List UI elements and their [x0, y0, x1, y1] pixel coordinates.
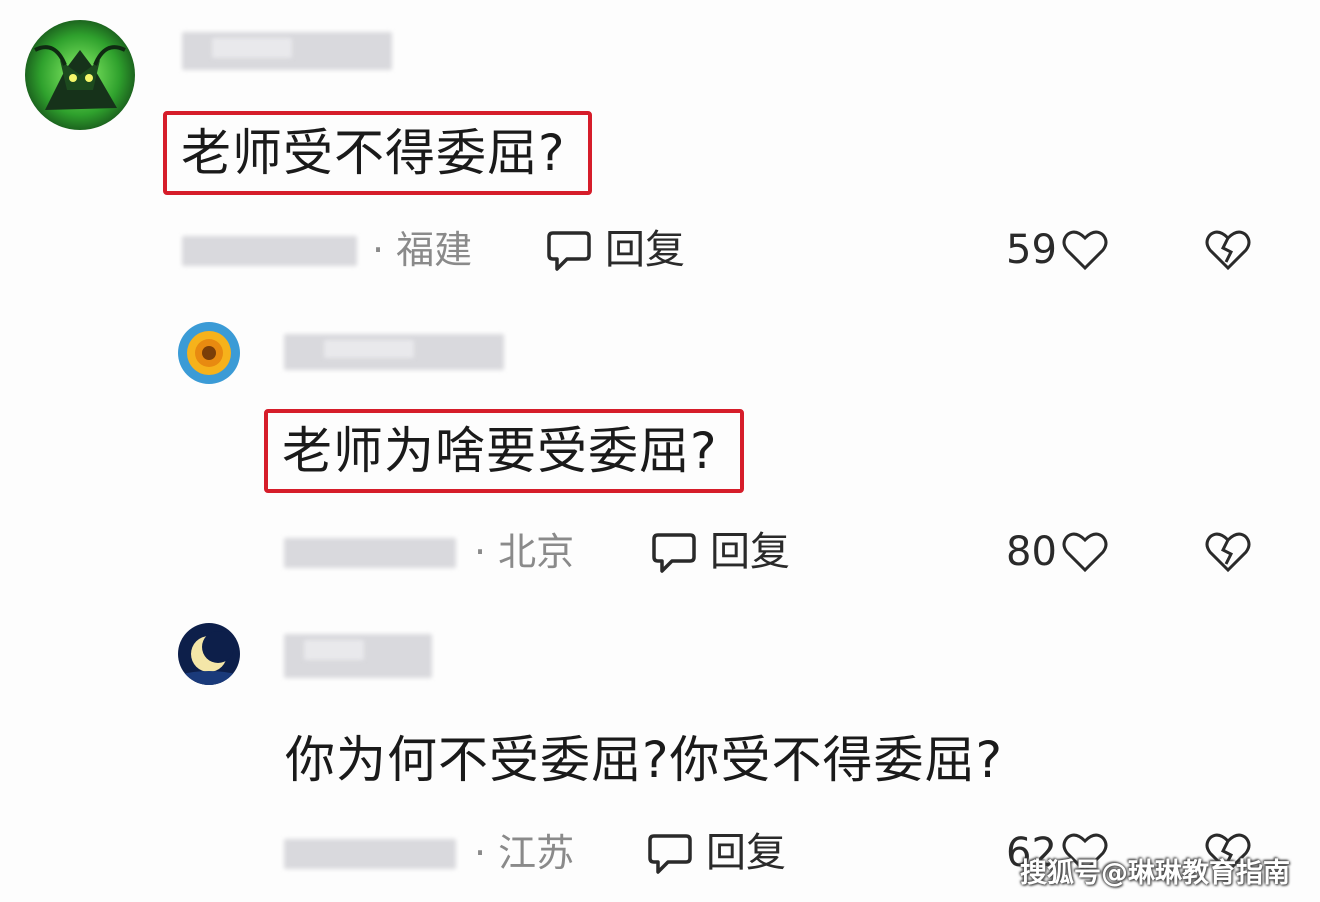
comment-text: 你为何不受委屈?你受不得委屈?: [285, 731, 1004, 789]
heart-icon[interactable]: [1061, 228, 1109, 272]
broken-heart-icon: [1205, 532, 1251, 573]
heart-icon[interactable]: [1061, 530, 1109, 574]
comment-text: 老师受不得委屈?: [163, 111, 592, 195]
broken-heart-icon: [1205, 230, 1251, 271]
reply-label: 回复: [710, 529, 790, 575]
comment-bubble-icon: [648, 834, 692, 874]
dislike-button[interactable]: [1204, 226, 1252, 274]
like-group: 59: [1006, 226, 1109, 274]
comment-text: 老师为啥要受委屈?: [264, 409, 744, 493]
like-count: 80: [1006, 529, 1057, 575]
meta-username-blurred: [284, 534, 464, 570]
username-blurred: [182, 28, 398, 74]
crescent-moon-avatar-icon: [178, 623, 240, 685]
meta-username-blurred: [284, 835, 464, 871]
reply-button[interactable]: 回复: [650, 528, 790, 576]
reply-label: 回复: [706, 830, 786, 876]
location-label: · 江苏: [474, 831, 575, 875]
reply-label: 回复: [605, 227, 685, 273]
like-group: 80: [1006, 528, 1109, 576]
watermark: 搜狐号@琳琳教育指南: [1020, 858, 1290, 889]
user-avatar[interactable]: [25, 20, 135, 130]
like-count: 59: [1006, 227, 1057, 273]
reply-button[interactable]: 回复: [646, 829, 786, 877]
comment-meta: · 福建 回复 59: [182, 226, 1282, 274]
user-avatar[interactable]: [178, 322, 240, 384]
user-avatar[interactable]: [178, 623, 240, 685]
location-label: · 福建: [372, 228, 473, 272]
green-character-avatar-icon: [25, 20, 135, 130]
location-label: · 北京: [474, 530, 575, 574]
username-blurred: [284, 330, 510, 376]
meta-username-blurred: [182, 232, 362, 268]
comment-bubble-icon: [547, 231, 591, 271]
dislike-button[interactable]: [1204, 528, 1252, 576]
orange-flower-avatar-icon: [178, 322, 240, 384]
reply-button[interactable]: 回复: [545, 226, 685, 274]
username-blurred: [284, 632, 436, 678]
comment-bubble-icon: [652, 533, 696, 573]
comment-meta: · 北京 回复 80: [284, 528, 1284, 576]
